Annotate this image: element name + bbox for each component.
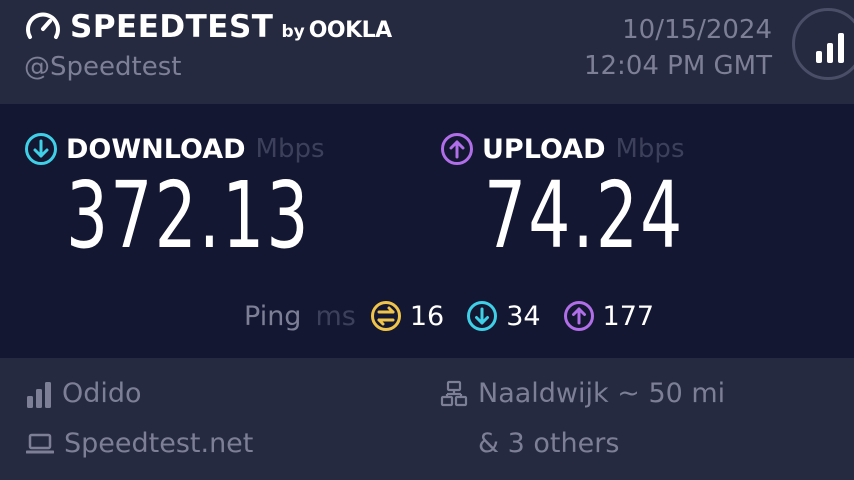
account-handle: @Speedtest <box>24 52 182 82</box>
signal-bars-icon <box>27 381 51 408</box>
ping-upload-icon <box>563 301 594 331</box>
results-panel: DOWNLOAD Mbps 372.13 UPLOAD Mbps 74.24 P… <box>0 104 854 358</box>
server-icon <box>440 380 468 406</box>
test-time: 12:04 PM GMT <box>583 51 772 81</box>
ping-idle-value: 16 <box>409 300 445 332</box>
server-info: Naaldwijk ~ 50 mi <box>440 378 725 409</box>
speedtest-logo: SPEEDTEST by OOKLA <box>24 8 392 46</box>
gauge-icon <box>26 12 60 39</box>
other-servers[interactable]: & 3 others <box>478 428 619 459</box>
signal-button[interactable] <box>792 8 854 80</box>
ping-row: Ping ms 16 34 177 <box>244 300 676 332</box>
download-value: 372.13 <box>66 162 311 269</box>
upload-label: UPLOAD <box>482 133 606 165</box>
download-label: DOWNLOAD <box>66 133 246 165</box>
other-servers-label: & 3 others <box>478 428 620 459</box>
upload-header: UPLOAD Mbps <box>440 132 685 166</box>
download-header: DOWNLOAD Mbps <box>24 132 325 166</box>
brand-name: SPEEDTEST <box>70 9 274 45</box>
test-datetime: 10/15/2024 12:04 PM GMT <box>584 12 772 84</box>
partner-name: OOKLA <box>308 17 393 43</box>
client-name: Speedtest.net <box>64 428 254 459</box>
header: SPEEDTEST by OOKLA @Speedtest 10/15/2024… <box>0 0 854 104</box>
server-name: Naaldwijk ~ 50 mi <box>478 378 726 409</box>
ping-upload-value: 177 <box>602 300 655 332</box>
test-date: 10/15/2024 <box>622 15 772 45</box>
signal-bars-icon <box>816 33 844 63</box>
ping-download-icon <box>467 301 498 331</box>
ping-idle-icon <box>370 301 401 331</box>
brand-by: by <box>281 22 305 42</box>
provider-name: Odido <box>62 378 142 409</box>
download-unit: Mbps <box>255 134 325 164</box>
download-arrow-icon <box>25 133 57 165</box>
upload-unit: Mbps <box>615 134 685 164</box>
ping-download-value: 34 <box>506 300 541 332</box>
laptop-icon <box>26 433 54 453</box>
upload-value: 74.24 <box>484 162 685 269</box>
ping-unit: ms <box>315 300 356 332</box>
provider-info: Odido <box>26 378 142 409</box>
upload-arrow-icon <box>441 133 473 165</box>
ping-label: Ping <box>244 300 302 332</box>
client-info: Speedtest.net <box>26 428 253 459</box>
